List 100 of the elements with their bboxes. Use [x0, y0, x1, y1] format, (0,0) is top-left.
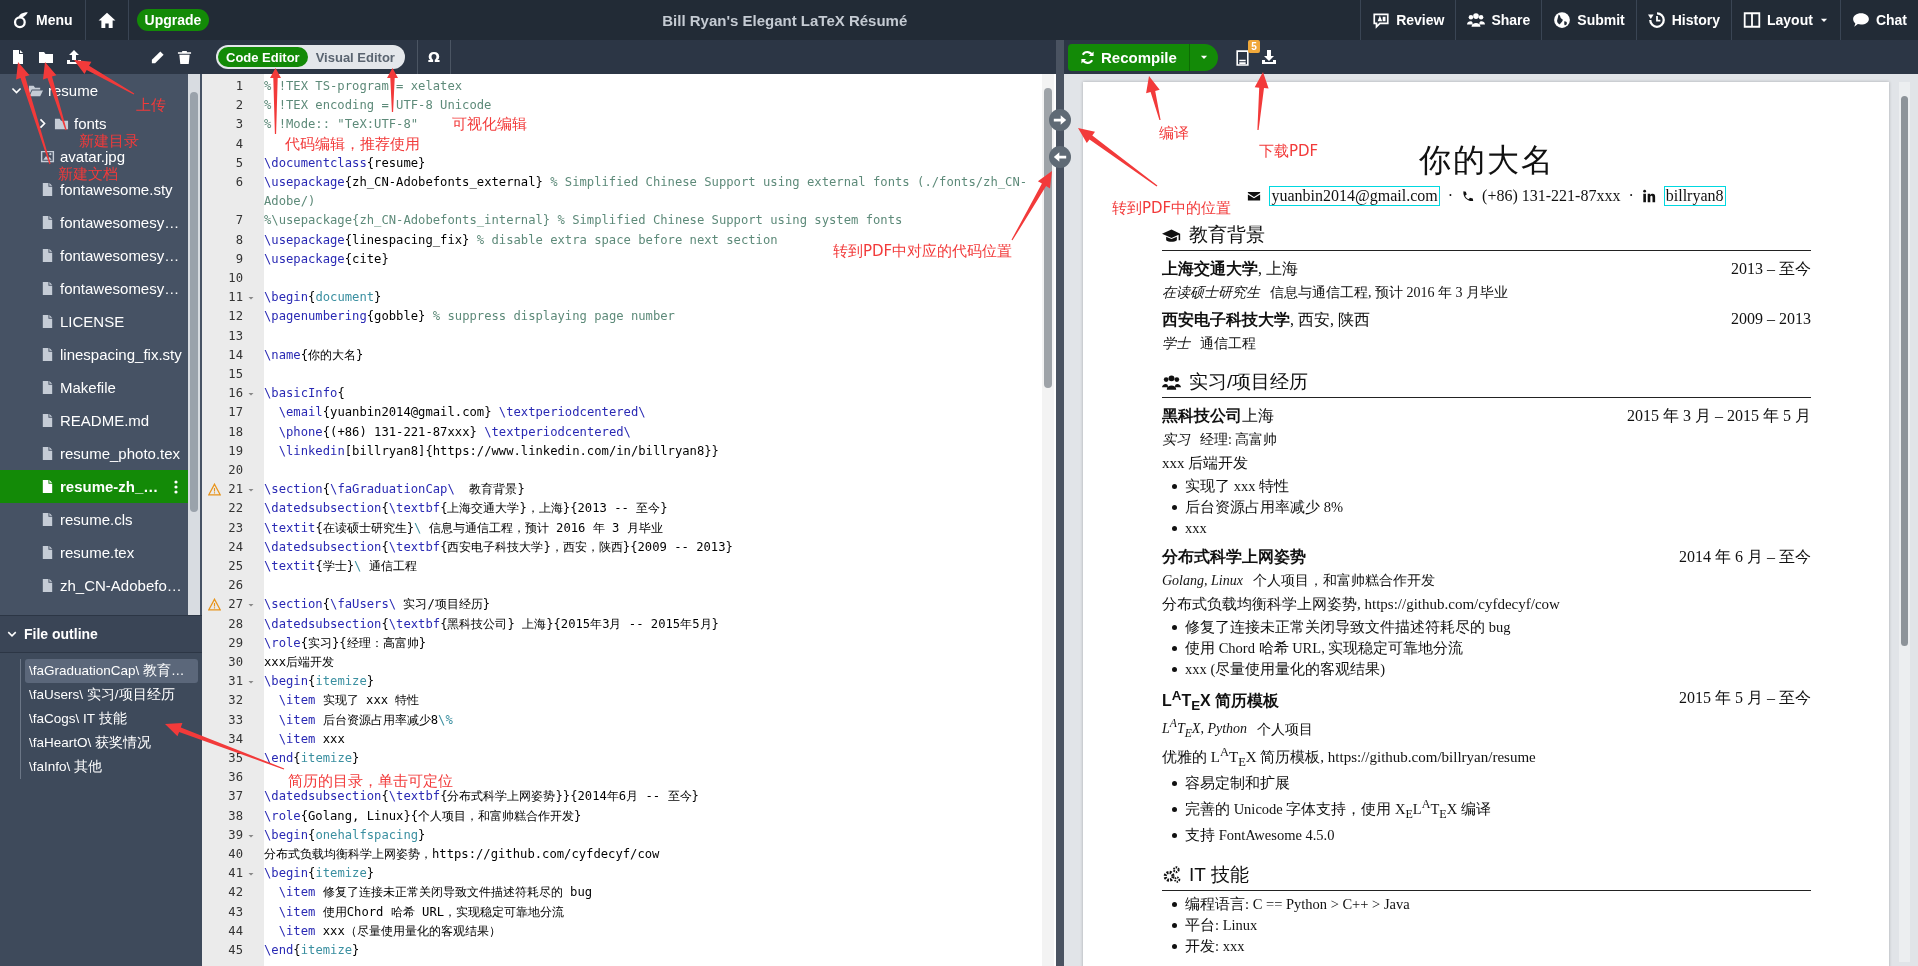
entry-title: L$^{A}$T$_{E}$X 简历模板 — [1162, 688, 1280, 714]
line-number: 37 — [228, 788, 243, 806]
entry-date: 2009 – 2013 — [1731, 310, 1811, 329]
contact-link[interactable]: billryan8 — [1663, 186, 1726, 206]
phone-icon — [1461, 189, 1475, 203]
file-icon — [40, 578, 55, 593]
review-icon — [1372, 11, 1391, 29]
file-icon — [40, 512, 55, 527]
line-number: 42 — [228, 884, 243, 902]
line-number: 31 — [228, 673, 243, 691]
scrollbar[interactable] — [188, 74, 200, 615]
outline-item[interactable]: \faGraduationCap\ 教育… — [25, 659, 198, 683]
code-line: \end{itemize} — [264, 750, 360, 767]
annotation-text: 编译 — [1159, 125, 1189, 141]
outline-item[interactable]: \faCogs\ IT 技能 — [25, 707, 198, 731]
new-file-icon[interactable] — [10, 49, 26, 65]
bullet-text: 支持 FontAwesome 4.5.0 — [1185, 825, 1335, 845]
scrollbar[interactable] — [1899, 82, 1910, 962]
entry-date: 2015 年 5 月 – 至今 — [1679, 688, 1811, 708]
file-tree-item[interactable]: fontawesomesy… — [36, 247, 180, 264]
line-number: 45 — [228, 942, 243, 960]
entry-title: 西安电子科技大学, 西安, 陕西 — [1162, 310, 1370, 330]
entry-description: xxx 后端开发 — [1162, 454, 1250, 473]
file-icon — [40, 281, 55, 296]
file-icon — [40, 314, 55, 329]
file-tree-item[interactable]: resume.cls — [36, 511, 133, 528]
entry-title: 黑科技公司上海 — [1162, 406, 1274, 426]
outline-item[interactable]: \faInfo\ 其他 — [25, 755, 198, 779]
entry-title: 上海交通大学, 上海 — [1162, 259, 1298, 279]
code-line: \item 实现了 xxx 特性 — [277, 692, 420, 710]
code-line: \phone{(+86) 131-221-87xxx} \textperiodcentered\ — [277, 423, 631, 441]
editor-mode-tab[interactable]: Visual Editor — [307, 47, 403, 67]
file-icon — [40, 215, 55, 230]
line-number: 34 — [228, 730, 243, 748]
outline-item[interactable]: \faUsers\ 实习/项目经历 — [25, 683, 198, 707]
delete-icon[interactable] — [177, 49, 192, 65]
file-tree-item[interactable]: README.md — [36, 412, 150, 429]
bullet-icon — [1172, 484, 1177, 489]
file-tree-item[interactable]: fonts — [36, 115, 107, 132]
file-icon — [40, 446, 55, 461]
download-icon[interactable] — [1260, 49, 1277, 65]
code-line: xxx后端开发 — [264, 654, 334, 671]
file-tree-item[interactable]: linespacing_fix.sty — [36, 346, 182, 363]
annotation-arrow — [1254, 72, 1269, 131]
bullet-icon — [1172, 667, 1177, 672]
line-number: 36 — [228, 769, 243, 787]
code-line: 分布式负载均衡科学上网姿势，https://github.com/cyfdecyf/cow — [264, 846, 660, 863]
entry-role: 实习 经理: 高富帅 — [1162, 431, 1279, 449]
code-line: \documentclass{resume} — [264, 154, 426, 172]
chat-icon — [1851, 11, 1870, 29]
code-line: \textit{学士}\ 通信工程 — [264, 558, 417, 575]
code-line: % !TEX encoding = UTF-8 Unicode — [264, 97, 492, 115]
line-number: 7 — [235, 212, 243, 230]
file-icon — [40, 545, 55, 560]
bullet-icon — [1172, 832, 1177, 838]
bullet-text: 使用 Chord 哈希 URL, 实现稳定可靠地分流 — [1185, 639, 1464, 658]
code-line: \item 后台资源占用率减少8\% — [277, 711, 453, 729]
line-number: 12 — [228, 308, 243, 326]
annotation-text: 可视化编辑 — [452, 116, 527, 132]
bullet-text: 完善的 Unicode 字体支持，使用 X$_{E}$L$^{A}$T$_{E}$X 编译 — [1185, 795, 1491, 823]
contact-link[interactable]: yuanbin2014@gmail.com — [1269, 186, 1440, 206]
code-line: \item xxx — [277, 730, 345, 748]
file-tree-item[interactable]: fontawesome.sty — [36, 181, 173, 198]
rename-icon[interactable] — [150, 49, 165, 65]
bullet-icon — [1172, 806, 1177, 812]
file-icon — [40, 479, 55, 494]
line-number: 18 — [228, 423, 243, 441]
line-number: 16 — [228, 385, 243, 403]
scrollbar[interactable] — [1042, 74, 1054, 966]
upgrade-button[interactable]: Upgrade — [136, 9, 210, 31]
code-line: % !Mode:: "TeX:UTF-8" — [264, 116, 419, 134]
file-tree-item[interactable]: LICENSE — [36, 313, 125, 330]
code-line: \datedsubsection{\textbf{分布式科学上网姿势}}{2014年6月 -- 至今} — [264, 788, 699, 806]
file-tree-item[interactable]: fontawesomesy… — [36, 214, 180, 231]
file-tree-item[interactable]: resume.tex — [36, 544, 135, 561]
entry-description: 优雅的 L$^{A}$T$_{E}$X 简历模板, https://github.com/billryan/resume — [1162, 744, 1537, 770]
editor-mode-tab[interactable]: Code Editor — [218, 47, 308, 67]
line-number: 13 — [228, 327, 243, 345]
separator-dot: · — [1628, 187, 1634, 205]
code-line: \section{\faUsers\ 实习/项目经历} — [264, 596, 491, 614]
file-tree-item[interactable]: resume_photo.tex — [36, 445, 181, 462]
code-line: \begin{itemize} — [264, 865, 375, 883]
outline-header[interactable]: File outline — [0, 616, 202, 653]
file-tree-item[interactable]: fontawesomesy… — [36, 280, 180, 297]
outline-item[interactable]: \faHeartO\ 获奖情况 — [25, 731, 198, 755]
line-number: 22 — [228, 500, 243, 518]
line-number: 4 — [235, 135, 243, 153]
file-tree-item[interactable]: resume-zh_… — [0, 470, 188, 503]
refresh-icon — [1080, 49, 1095, 65]
code-line: \item xxx（尽量使用量化的客观结果） — [277, 922, 501, 940]
new-folder-icon[interactable] — [38, 49, 54, 65]
logs-icon[interactable] — [1233, 48, 1251, 66]
file-tree-item[interactable]: Makefile — [36, 379, 116, 396]
contact-text: (+86) 131-221-87xxx — [1482, 187, 1621, 205]
code-line: \textit{在读硕士研究生}\ 信息与通信工程，预计 2016 年 3 月毕业 — [264, 519, 663, 537]
bullet-text: xxx — [1185, 519, 1207, 538]
line-number: 27 — [228, 596, 243, 614]
line-number: 17 — [228, 404, 243, 422]
line-number: 3 — [235, 116, 243, 134]
file-tree-item[interactable]: zh_CN-Adobefo… — [36, 577, 182, 594]
